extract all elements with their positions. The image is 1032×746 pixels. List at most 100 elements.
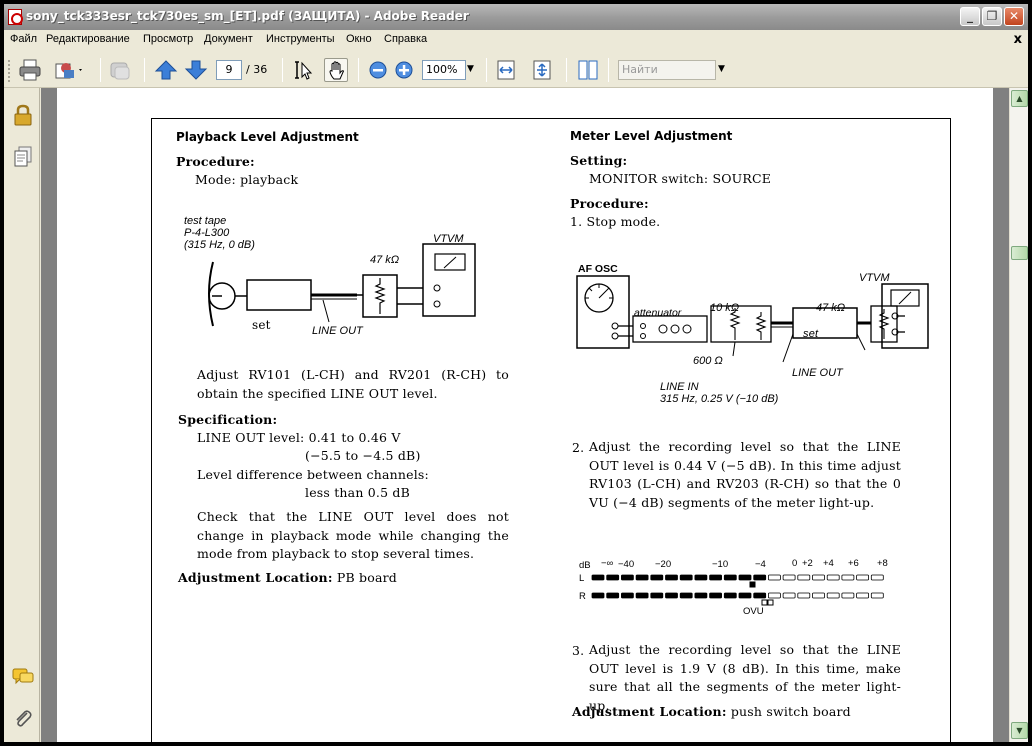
- line-out-label-right: LINE OUT: [792, 367, 843, 379]
- scroll-thumb[interactable]: [1011, 246, 1028, 260]
- meter-scale-neg10: −10: [712, 559, 729, 570]
- meter-segment-r-9: [723, 592, 737, 599]
- meter-segment-l-13: [782, 574, 796, 581]
- minimize-button[interactable]: _: [960, 7, 980, 26]
- meter-segment-l-8: [709, 574, 722, 581]
- menu-edit[interactable]: Редактирование: [46, 33, 130, 45]
- select-tool-icon[interactable]: [292, 58, 316, 82]
- meter-segment-l-19: [870, 574, 884, 581]
- search-field[interactable]: Найти: [618, 60, 716, 80]
- right-location-value: push switch board: [730, 704, 851, 719]
- fit-width-icon[interactable]: [494, 58, 518, 82]
- left-location-label: Adjustment Location:: [178, 570, 333, 585]
- adobe-reader-window: sony_tck333esr_tck730es_sm_[ET].pdf (ЗАЩ…: [4, 4, 1028, 742]
- meter-scale-plus6: +6: [848, 558, 859, 569]
- spec-db-range: (−5.5 to −4.5 dB): [305, 448, 421, 463]
- check-line-out-text: Check that the LINE OUT level does not c…: [197, 509, 509, 561]
- email-icon[interactable]: [54, 58, 82, 82]
- close-button[interactable]: ✕: [1004, 7, 1024, 26]
- meter-segment-r-18: [856, 592, 870, 599]
- document-viewport[interactable]: Playback Level Adjustment Procedure: Mod…: [41, 88, 1009, 742]
- meter-segment-l-14: [797, 574, 811, 581]
- scroll-up-icon[interactable]: ▲: [1011, 90, 1028, 107]
- step1-text: 1. Stop mode.: [570, 214, 661, 229]
- ovu-marker-0: [749, 581, 756, 588]
- setting-value: MONITOR switch: SOURCE: [589, 171, 772, 186]
- scroll-down-icon[interactable]: ▼: [1011, 722, 1028, 739]
- prev-page-icon[interactable]: [154, 58, 178, 82]
- print-icon[interactable]: [18, 58, 42, 82]
- meter-segment-l-18: [856, 574, 870, 581]
- meter-segment-r-1: [606, 592, 620, 599]
- meter-scale-plus4: +4: [823, 558, 834, 569]
- zoom-in-icon[interactable]: [392, 58, 416, 82]
- toolbar: 9 / 36 100% ▼ Найти ▼: [4, 50, 1028, 88]
- title-bar[interactable]: sony_tck333esr_tck730es_sm_[ET].pdf (ЗАЩ…: [4, 4, 1028, 30]
- toolbar-grip[interactable]: [8, 60, 11, 82]
- pdf-app-icon: [8, 9, 23, 25]
- meter-segment-r-12: [767, 592, 781, 599]
- attachments-icon[interactable]: [12, 708, 34, 730]
- meter-segment-r-7: [694, 592, 708, 599]
- menu-window[interactable]: Окно: [346, 33, 372, 45]
- menu-file[interactable]: Файл: [10, 33, 37, 45]
- playback-heading: Playback Level Adjustment: [176, 130, 359, 144]
- meter-segment-r-4: [650, 592, 664, 599]
- meter-segment-l-17: [841, 574, 855, 581]
- meter-segment-l-12: [767, 574, 781, 581]
- collaborate-icon[interactable]: [108, 58, 132, 82]
- spec-label: Specification:: [178, 412, 278, 427]
- meter-segment-r-15: [812, 592, 825, 599]
- setting-label: Setting:: [570, 153, 628, 168]
- meter-segment-r-2: [620, 592, 634, 599]
- pages-icon[interactable]: [12, 146, 34, 168]
- comments-icon[interactable]: [12, 666, 34, 688]
- restore-button[interactable]: ❐: [982, 7, 1002, 26]
- meter-segment-l-10: [738, 574, 752, 581]
- right-procedure-label: Procedure:: [570, 196, 649, 211]
- meter-segment-r-6: [679, 592, 693, 599]
- meter-heading: Meter Level Adjustment: [570, 129, 733, 143]
- meter-scale-0: 0: [792, 558, 798, 569]
- menu-tools[interactable]: Инструменты: [266, 33, 335, 45]
- page-number-input[interactable]: 9: [216, 60, 242, 80]
- vertical-scrollbar[interactable]: ▲ ▼: [1009, 88, 1028, 742]
- search-dropdown-icon[interactable]: ▼: [718, 64, 725, 74]
- mode-text: Mode: playback: [195, 172, 299, 187]
- level-meter-segments: [591, 574, 884, 606]
- meter-segment-r-10: [738, 592, 752, 599]
- meter-segment-r-14: [797, 592, 811, 599]
- meter-segment-l-4: [650, 574, 664, 581]
- line-in-spec-label: 315 Hz, 0.25 V (−10 dB): [660, 393, 779, 405]
- hand-tool-icon[interactable]: [324, 58, 348, 82]
- right-location-label: Adjustment Location:: [572, 704, 727, 719]
- menu-view[interactable]: Просмотр: [143, 33, 193, 45]
- next-page-icon[interactable]: [184, 58, 208, 82]
- ovu-marker-2: [767, 599, 774, 606]
- meter-segment-r-8: [709, 592, 722, 599]
- menu-bar: Файл Редактирование Просмотр Документ Ин…: [4, 30, 1028, 50]
- page-total-label: / 36: [246, 63, 268, 76]
- fit-page-icon[interactable]: [530, 58, 554, 82]
- menu-close-doc-button[interactable]: x: [1014, 32, 1022, 47]
- meter-circuit-diagram: [576, 275, 905, 363]
- meter-scale-neg4: −4: [755, 559, 766, 570]
- zoom-out-icon[interactable]: [366, 58, 390, 82]
- meter-segment-l-1: [606, 574, 620, 581]
- meter-segment-r-16: [826, 592, 840, 599]
- meter-segment-r-13: [782, 592, 796, 599]
- zoom-dropdown-icon[interactable]: ▼: [467, 64, 474, 74]
- lock-icon[interactable]: [12, 104, 34, 126]
- menu-help[interactable]: Справка: [384, 33, 427, 45]
- menu-document[interactable]: Документ: [204, 33, 253, 45]
- meter-segment-l-9: [723, 574, 737, 581]
- step2-text: Adjust the recording level so that the L…: [589, 439, 901, 510]
- two-page-icon[interactable]: [576, 58, 600, 82]
- meter-segment-r-11: [753, 592, 767, 599]
- zoom-level-field[interactable]: 100%: [422, 60, 466, 80]
- adjust-rv101-text: Adjust RV101 (L-CH) and RV201 (R-CH) to …: [197, 367, 509, 401]
- vtvm-meter-right: [881, 283, 929, 349]
- meter-segment-r-5: [665, 592, 678, 599]
- step3-number: 3.: [572, 643, 585, 658]
- meter-segment-r-17: [841, 592, 855, 599]
